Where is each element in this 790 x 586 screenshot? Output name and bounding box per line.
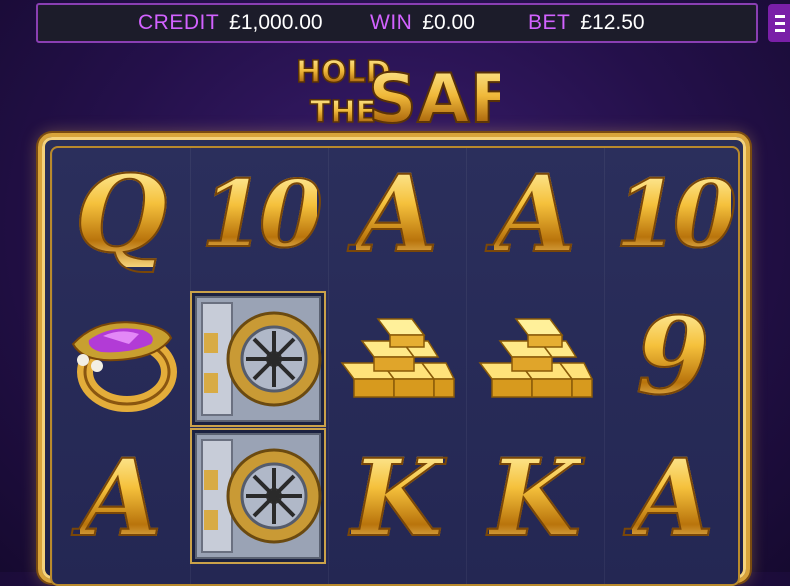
- status-bar: CREDIT £1,000.00 WIN £0.00 BET £12.50: [36, 3, 758, 43]
- logo-safe: SAFE: [368, 60, 500, 130]
- reel-symbol-a: A: [631, 435, 715, 560]
- logo-the: THE: [310, 95, 376, 130]
- credit-display: CREDIT £1,000.00: [138, 11, 323, 35]
- reel-symbol-10: 10: [614, 160, 738, 268]
- bet-display[interactable]: BET £12.50: [528, 11, 645, 35]
- credit-label: CREDIT: [138, 11, 220, 34]
- reel-symbol-10: 10: [200, 160, 324, 268]
- win-label: WIN: [370, 11, 413, 34]
- ring-icon: [55, 290, 187, 422]
- menu-button[interactable]: [768, 4, 790, 42]
- safe-vault-icon: [192, 293, 324, 425]
- win-value: £0.00: [422, 11, 475, 34]
- reel-symbol-9: 9: [635, 293, 711, 418]
- hamburger-menu-icon: [775, 14, 785, 18]
- gold-bars-icon: [331, 290, 463, 422]
- reel-symbol-k: K: [350, 435, 444, 560]
- reel-symbol-a: A: [79, 435, 163, 560]
- win-display: WIN £0.00: [370, 11, 475, 35]
- bet-value: £12.50: [580, 11, 645, 34]
- reel-symbol-a: A: [493, 151, 577, 276]
- bet-label: BET: [528, 11, 571, 34]
- credit-value: £1,000.00: [229, 11, 323, 34]
- reel-symbol-a: A: [355, 151, 439, 276]
- game-logo: HOLD THE SAFE: [295, 54, 500, 130]
- reel-symbol-q: Q: [74, 151, 168, 276]
- reel-symbol-k: K: [488, 435, 582, 560]
- safe-vault-icon: [192, 430, 324, 562]
- gold-bars-icon: [469, 290, 601, 422]
